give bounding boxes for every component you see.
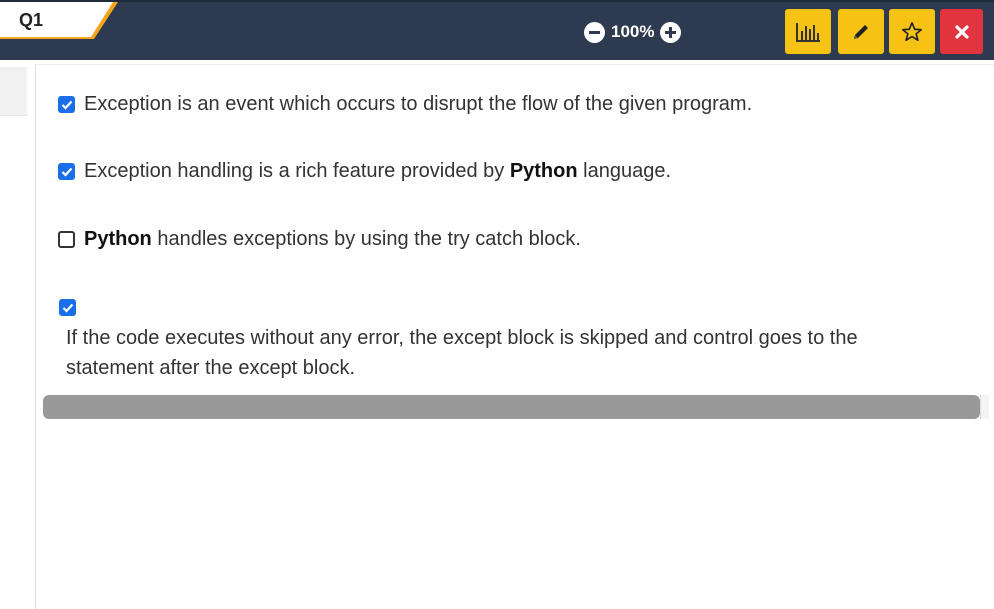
answer-option-3[interactable]: Python handles exceptions by using the t…: [58, 228, 581, 251]
content-top-border: [36, 64, 994, 65]
answer-option-1[interactable]: Exception is an event which occurs to di…: [58, 93, 752, 116]
option-3-bold: Python: [84, 228, 152, 250]
horizontal-scrollbar[interactable]: [43, 395, 980, 419]
option-2-text: Exception handling is a rich feature pro…: [84, 160, 671, 183]
close-button[interactable]: [940, 9, 983, 54]
toolbar-top-border: [0, 0, 994, 2]
top-toolbar: Q1 100%: [0, 0, 994, 60]
favorite-button[interactable]: [889, 9, 935, 54]
option-2-bold: Python: [509, 160, 578, 182]
question-label: Q1: [19, 10, 44, 30]
scrollbar-track-end: [980, 395, 989, 419]
checkmark-icon: [61, 100, 72, 110]
zoom-in-icon[interactable]: [660, 21, 682, 43]
close-icon: [954, 24, 969, 39]
zoom-control: 100%: [584, 20, 682, 44]
sidebar-panel[interactable]: [0, 67, 27, 116]
option-1-text: Exception is an event which occurs to di…: [84, 93, 753, 115]
option-3-checkbox[interactable]: [58, 231, 75, 248]
sidebar-divider: [35, 64, 36, 609]
star-icon: [902, 21, 922, 41]
option-4-text: If the code executes without any error, …: [66, 327, 858, 379]
option-2-text-start: Exception handling is a rich feature pro…: [84, 160, 510, 182]
zoom-level: 100%: [611, 22, 655, 41]
answer-option-2[interactable]: Exception handling is a rich feature pro…: [58, 160, 671, 183]
option-4-checkbox[interactable]: [59, 299, 76, 316]
option-1-checkbox[interactable]: [58, 96, 75, 113]
stats-button[interactable]: [785, 9, 831, 54]
question-tab[interactable]: Q1: [0, 2, 118, 39]
checkmark-icon: [61, 167, 72, 177]
option-3-text-end: handles exceptions by using the try catc…: [151, 228, 581, 250]
pencil-icon: [854, 24, 868, 39]
option-3-text: Python handles exceptions by using the t…: [84, 228, 581, 251]
edit-button[interactable]: [838, 9, 884, 54]
bar-chart-icon: [796, 22, 820, 42]
question-tab-shape: [0, 2, 118, 39]
checkmark-icon: [62, 303, 73, 313]
option-2-text-end: language.: [577, 160, 672, 182]
zoom-out-icon[interactable]: [584, 21, 605, 43]
option-2-checkbox[interactable]: [58, 163, 75, 180]
